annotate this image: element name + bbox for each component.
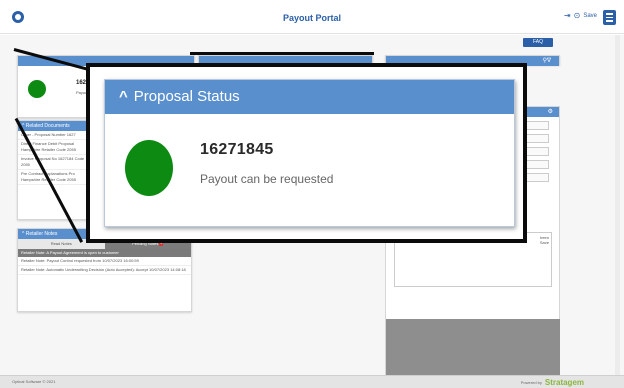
note-band: Retailer Note: A Payout Agreement is ope… bbox=[18, 249, 191, 257]
powered-by: Powered by Stratagem bbox=[521, 378, 584, 387]
related-documents-panel: ^ Related Documents Other - Proposal Num… bbox=[17, 120, 92, 220]
status-message: Payout can be requested bbox=[200, 172, 334, 186]
save-link[interactable]: Save bbox=[583, 13, 597, 19]
copyright-text: Optical Software © 2021 bbox=[12, 379, 56, 384]
proposal-status-title: Proposal Status bbox=[133, 88, 240, 105]
hamburger-menu-icon[interactable] bbox=[603, 10, 616, 25]
footer: Optical Software © 2021 Powered by Strat… bbox=[0, 375, 624, 388]
brand-logo: Stratagem bbox=[544, 378, 584, 387]
zoom-callout-frame: ^ Proposal Status 16271845 Payout can be … bbox=[86, 63, 527, 243]
app-title: Payout Portal bbox=[282, 13, 341, 23]
powered-by-label: Powered by bbox=[520, 380, 542, 385]
top-actions: ⇥ ⊙ Save bbox=[564, 12, 597, 20]
proposal-number: 16271845 bbox=[200, 141, 274, 158]
note-item: Retailer Note: Payout Control requested … bbox=[18, 257, 191, 266]
page-scrollbar[interactable] bbox=[615, 35, 620, 375]
top-bar: Payout Portal ⇥ ⊙ Save bbox=[0, 0, 624, 34]
status-indicator-small bbox=[28, 80, 46, 98]
faq-button[interactable]: FAQ bbox=[523, 38, 553, 47]
related-documents-header[interactable]: ^ Related Documents bbox=[18, 121, 91, 131]
gear-icon[interactable]: ⚙ bbox=[548, 107, 553, 117]
note-item: Retailer Note: Automatic Underwriting De… bbox=[18, 266, 191, 275]
document-item[interactable]: Pre Contract Explanations Pro Hampshire … bbox=[18, 170, 91, 185]
logout-icon[interactable]: ⇥ bbox=[564, 12, 571, 20]
proposal-status-header[interactable]: ^ Proposal Status bbox=[105, 80, 514, 114]
callout-line-right bbox=[190, 52, 374, 55]
disabled-area bbox=[386, 319, 560, 376]
status-indicator-circle bbox=[125, 140, 173, 196]
help-icon[interactable]: ⊙ bbox=[574, 12, 581, 20]
chevron-up-icon[interactable]: ^ bbox=[119, 80, 128, 114]
proposal-status-panel: ^ Proposal Status 16271845 Payout can be … bbox=[104, 79, 515, 227]
document-item[interactable]: Invoice Proposal No 1627184 Code 2055 bbox=[18, 155, 91, 170]
pin-filter-icon[interactable]: ⚲∇ bbox=[543, 56, 551, 66]
